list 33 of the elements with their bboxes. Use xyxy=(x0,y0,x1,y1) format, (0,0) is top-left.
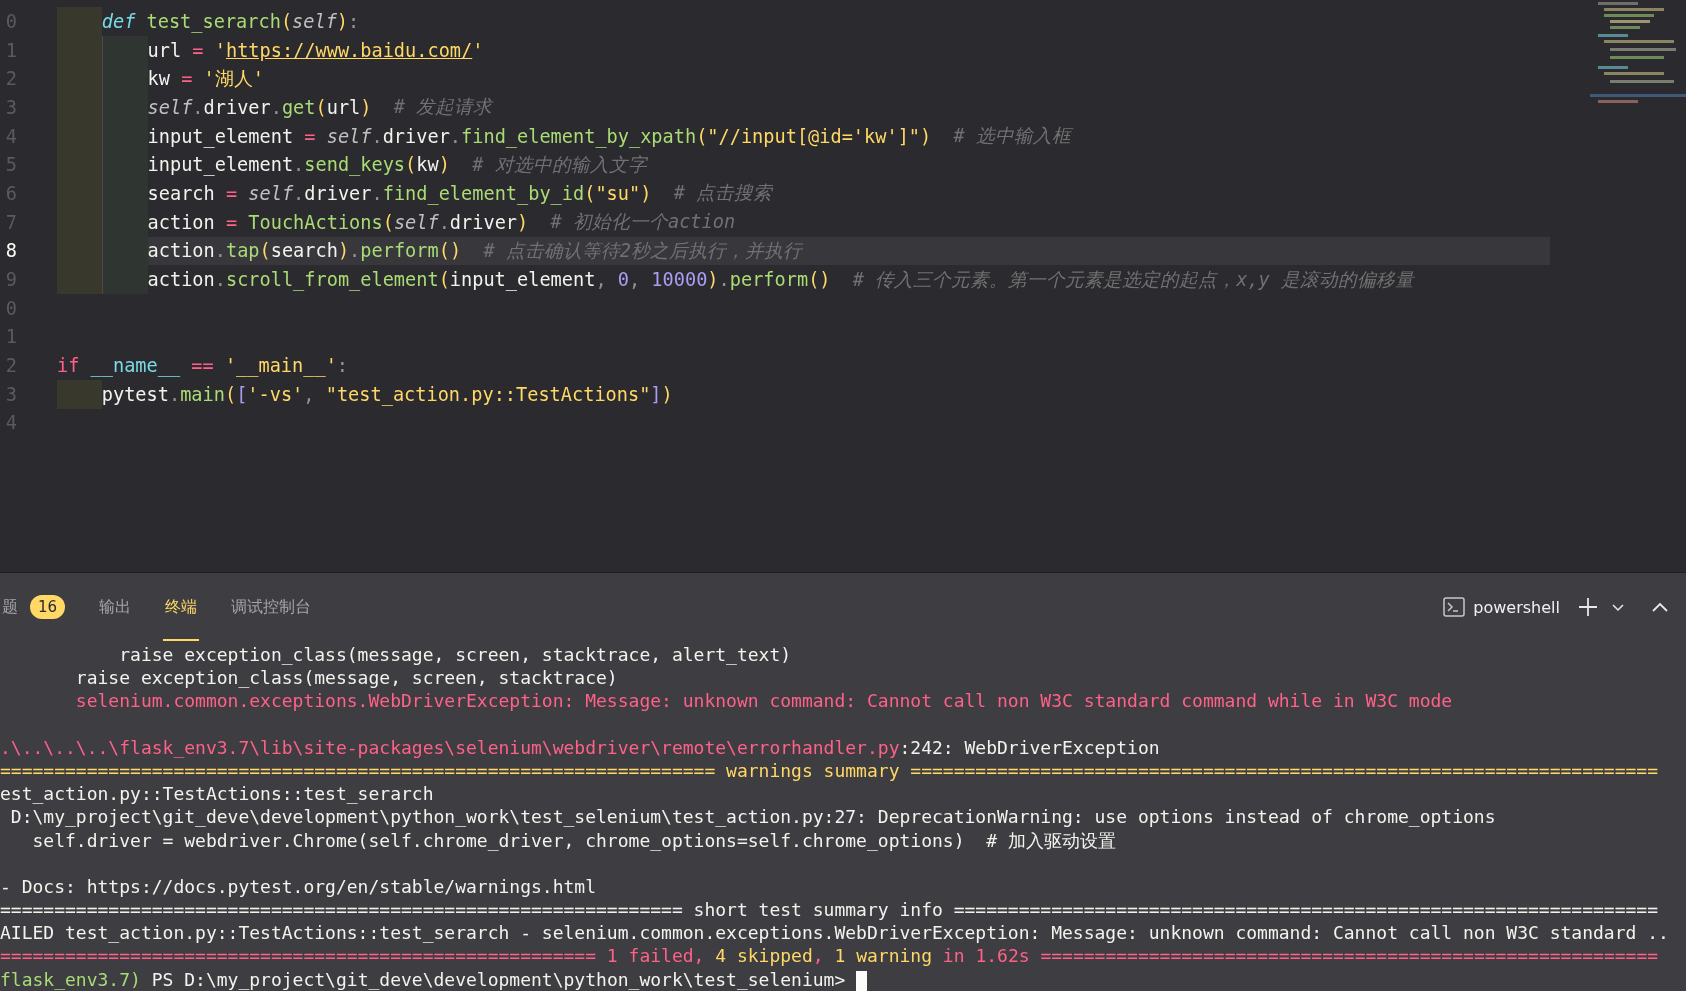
line-number: 8 xyxy=(4,240,17,262)
panel-tab[interactable]: 终端 xyxy=(163,573,200,641)
terminal-line: raise exception_class(message, screen, stacktrace, alert_text) xyxy=(118,643,792,667)
terminal-line: self.driver = webdriver.Chrome(self.chrome_driver, chrome_options=self.chrome_options) # 加入驱动设置 xyxy=(31,828,1116,852)
add-icon[interactable] xyxy=(1576,595,1600,619)
terminal-line: ======================================================= 1 failed, 4 skipped, 1 warning in 1.62s ========================================================= xyxy=(0,944,1659,968)
terminal-line: flask_env3.7) PS D:\my_project\git_deve\development\python_work\test_selenium> xyxy=(0,967,847,991)
code-line: action = TouchActions(self.driver) # 初始化一个action xyxy=(57,207,1550,237)
code-line: kw = '湖人' xyxy=(57,64,1550,94)
code-line: pytest.main(['-vs', "test_action.py::TestActions"]) xyxy=(57,379,1550,409)
terminal-line: D:\my_project\git_deve\development\python_work\test_selenium\test_action.py:27: DeprecationWarning: use options instead of chrome_options xyxy=(9,805,1496,829)
terminal-line: est_action.py::TestActions::test_serarch xyxy=(0,782,434,806)
terminal-line: selenium.common.exceptions.WebDriverException: Message: unknown command: Cannot call non W3C standard command while in W3C mode xyxy=(74,689,1453,713)
code-line: input_element.send_keys(kw) # 对选中的输入文字 xyxy=(57,150,1550,180)
code-line: url = 'https://www.baidu.com/' xyxy=(57,35,1550,65)
terminal-line: raise exception_class(message, screen, stacktrace) xyxy=(74,666,618,690)
terminal-line: ================================================================== warnings summary ===================================================================== xyxy=(0,758,1659,783)
terminal-icon xyxy=(1443,597,1466,617)
code-line: self.driver.get(url) # 发起请求 xyxy=(57,93,1550,122)
panel-tab[interactable]: 调试控制台 xyxy=(229,573,314,641)
terminal-line: - Docs: https://docs.pytest.org/en/stable/warnings.html xyxy=(0,874,597,899)
code-line: input_element = self.driver.find_element_by_xpath("//input[@id='kw']") # 选中输入框 xyxy=(57,121,1550,151)
terminal-line: AILED test_action.py::TestActions::test_serarch - selenium.common.exceptions.WebDriverException: Message: unknown command: Cannot call non W3C standard .. xyxy=(0,921,1669,945)
panel-tab[interactable]: 题 16 xyxy=(0,573,68,641)
code-line: def test_serarch(self): xyxy=(57,7,1550,36)
code-line: if __name__ == '__main__': xyxy=(57,354,350,379)
code-line: search = self.driver.find_element_by_id("su") # 点击搜索 xyxy=(57,179,1550,208)
count-badge: 16 xyxy=(30,595,66,619)
terminal-selector[interactable]: powershell xyxy=(1437,596,1566,618)
code-line: action.scroll_from_element(input_element, 0, 10000).perform() # 传入三个元素。第一个元素是选定的起点，x,y 是滚动的偏移量 xyxy=(57,265,1550,294)
terminal-line: .\..\..\..\flask_env3.7\lib\site-packages\selenium\webdriver\remote\errorhandler.py:242: WebDriverException xyxy=(0,735,1160,759)
panel-tab[interactable]: 输出 xyxy=(97,573,134,641)
terminal-line: =============================================================== short test summary info ================================================================= xyxy=(0,898,1659,922)
